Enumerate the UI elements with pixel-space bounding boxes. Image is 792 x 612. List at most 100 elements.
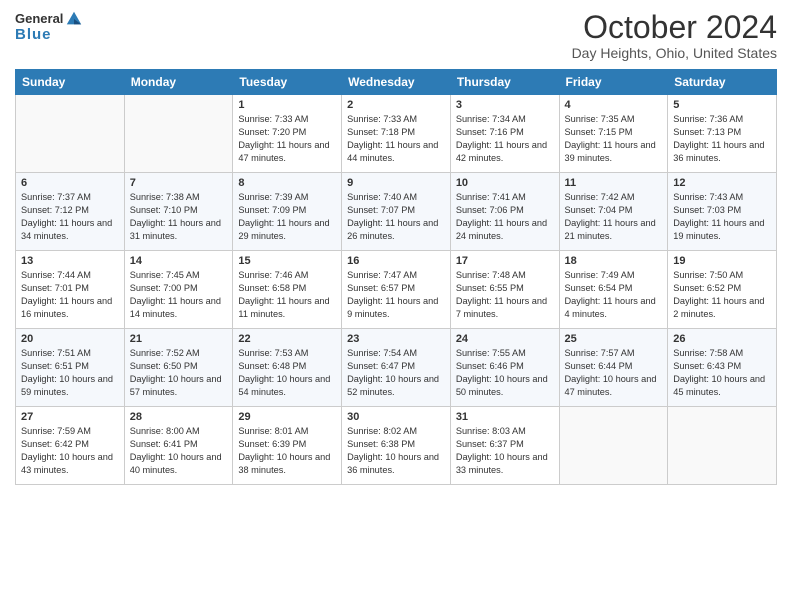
logo-icon <box>65 10 83 28</box>
calendar-cell: 25 Sunrise: 7:57 AMSunset: 6:44 PMDayligh… <box>559 329 668 407</box>
day-info: Sunrise: 7:40 AMSunset: 7:07 PMDaylight:… <box>347 191 445 243</box>
calendar-week-row: 1 Sunrise: 7:33 AMSunset: 7:20 PMDaylight… <box>16 95 777 173</box>
day-info: Sunrise: 7:33 AMSunset: 7:18 PMDaylight:… <box>347 113 445 165</box>
calendar-cell: 2 Sunrise: 7:33 AMSunset: 7:18 PMDaylight… <box>342 95 451 173</box>
day-info: Sunrise: 7:42 AMSunset: 7:04 PMDaylight:… <box>565 191 663 243</box>
day-number: 9 <box>347 177 445 189</box>
day-info: Sunrise: 7:53 AMSunset: 6:48 PMDaylight:… <box>238 347 336 399</box>
day-info: Sunrise: 7:36 AMSunset: 7:13 PMDaylight:… <box>673 113 771 165</box>
calendar-week-row: 6 Sunrise: 7:37 AMSunset: 7:12 PMDaylight… <box>16 173 777 251</box>
subtitle: Day Heights, Ohio, United States <box>572 45 777 61</box>
day-info: Sunrise: 7:45 AMSunset: 7:00 PMDaylight:… <box>130 269 228 321</box>
day-info: Sunrise: 7:47 AMSunset: 6:57 PMDaylight:… <box>347 269 445 321</box>
day-number: 21 <box>130 333 228 345</box>
calendar-cell: 26 Sunrise: 7:58 AMSunset: 6:43 PMDayligh… <box>668 329 777 407</box>
day-number: 10 <box>456 177 554 189</box>
calendar-cell: 8Sunrise: 7:39 AMSunset: 7:09 PMDaylight… <box>233 173 342 251</box>
day-number: 26 <box>673 333 771 345</box>
logo: General Blue <box>15 10 83 44</box>
day-number: 25 <box>565 333 663 345</box>
day-info: Sunrise: 7:54 AMSunset: 6:47 PMDaylight:… <box>347 347 445 399</box>
column-header-sunday: Sunday <box>16 70 125 95</box>
day-number: 8 <box>238 177 336 189</box>
day-number: 12 <box>673 177 771 189</box>
calendar-cell <box>559 407 668 485</box>
day-number: 4 <box>565 99 663 111</box>
calendar-week-row: 13Sunrise: 7:44 AMSunset: 7:01 PMDayligh… <box>16 251 777 329</box>
day-number: 11 <box>565 177 663 189</box>
day-info: Sunrise: 7:33 AMSunset: 7:20 PMDaylight:… <box>238 113 336 165</box>
calendar-cell: 14Sunrise: 7:45 AMSunset: 7:00 PMDayligh… <box>124 251 233 329</box>
calendar-week-row: 27 Sunrise: 7:59 AMSunset: 6:42 PMDayligh… <box>16 407 777 485</box>
calendar-cell: 10 Sunrise: 7:41 AMSunset: 7:06 PMDayligh… <box>450 173 559 251</box>
calendar-cell: 4 Sunrise: 7:35 AMSunset: 7:15 PMDaylight… <box>559 95 668 173</box>
calendar-cell: 1 Sunrise: 7:33 AMSunset: 7:20 PMDaylight… <box>233 95 342 173</box>
title-section: October 2024 Day Heights, Ohio, United S… <box>572 10 777 61</box>
day-info: Sunrise: 7:46 AMSunset: 6:58 PMDaylight:… <box>238 269 336 321</box>
day-number: 31 <box>456 411 554 423</box>
calendar-cell: 11 Sunrise: 7:42 AMSunset: 7:04 PMDayligh… <box>559 173 668 251</box>
day-info: Sunrise: 7:41 AMSunset: 7:06 PMDaylight:… <box>456 191 554 243</box>
calendar-cell: 17 Sunrise: 7:48 AMSunset: 6:55 PMDayligh… <box>450 251 559 329</box>
calendar-cell: 6 Sunrise: 7:37 AMSunset: 7:12 PMDaylight… <box>16 173 125 251</box>
calendar-cell: 23 Sunrise: 7:54 AMSunset: 6:47 PMDayligh… <box>342 329 451 407</box>
day-info: Sunrise: 7:48 AMSunset: 6:55 PMDaylight:… <box>456 269 554 321</box>
calendar-header-row: SundayMondayTuesdayWednesdayThursdayFrid… <box>16 70 777 95</box>
calendar-cell: 16 Sunrise: 7:47 AMSunset: 6:57 PMDayligh… <box>342 251 451 329</box>
day-number: 15 <box>238 255 336 267</box>
day-number: 6 <box>21 177 119 189</box>
calendar-cell: 13Sunrise: 7:44 AMSunset: 7:01 PMDayligh… <box>16 251 125 329</box>
day-number: 19 <box>673 255 771 267</box>
calendar-cell: 20Sunrise: 7:51 AMSunset: 6:51 PMDayligh… <box>16 329 125 407</box>
calendar-cell <box>668 407 777 485</box>
day-number: 24 <box>456 333 554 345</box>
day-info: Sunrise: 7:52 AMSunset: 6:50 PMDaylight:… <box>130 347 228 399</box>
calendar-cell: 31 Sunrise: 8:03 AMSunset: 6:37 PMDayligh… <box>450 407 559 485</box>
day-number: 5 <box>673 99 771 111</box>
day-number: 13 <box>21 255 119 267</box>
day-info: Sunrise: 8:01 AMSunset: 6:39 PMDaylight:… <box>238 425 336 477</box>
day-number: 1 <box>238 99 336 111</box>
day-info: Sunrise: 7:49 AMSunset: 6:54 PMDaylight:… <box>565 269 663 321</box>
column-header-friday: Friday <box>559 70 668 95</box>
calendar-cell: 18 Sunrise: 7:49 AMSunset: 6:54 PMDayligh… <box>559 251 668 329</box>
calendar-week-row: 20Sunrise: 7:51 AMSunset: 6:51 PMDayligh… <box>16 329 777 407</box>
day-info: Sunrise: 7:57 AMSunset: 6:44 PMDaylight:… <box>565 347 663 399</box>
day-info: Sunrise: 8:03 AMSunset: 6:37 PMDaylight:… <box>456 425 554 477</box>
day-info: Sunrise: 7:55 AMSunset: 6:46 PMDaylight:… <box>456 347 554 399</box>
calendar-cell: 28 Sunrise: 8:00 AMSunset: 6:41 PMDayligh… <box>124 407 233 485</box>
day-info: Sunrise: 8:00 AMSunset: 6:41 PMDaylight:… <box>130 425 228 477</box>
column-header-monday: Monday <box>124 70 233 95</box>
day-info: Sunrise: 7:58 AMSunset: 6:43 PMDaylight:… <box>673 347 771 399</box>
column-header-tuesday: Tuesday <box>233 70 342 95</box>
day-number: 16 <box>347 255 445 267</box>
calendar-cell: 5 Sunrise: 7:36 AMSunset: 7:13 PMDaylight… <box>668 95 777 173</box>
day-info: Sunrise: 7:35 AMSunset: 7:15 PMDaylight:… <box>565 113 663 165</box>
calendar-cell: 15 Sunrise: 7:46 AMSunset: 6:58 PMDayligh… <box>233 251 342 329</box>
main-title: October 2024 <box>572 10 777 45</box>
day-number: 28 <box>130 411 228 423</box>
day-number: 23 <box>347 333 445 345</box>
calendar-cell: 27 Sunrise: 7:59 AMSunset: 6:42 PMDayligh… <box>16 407 125 485</box>
day-info: Sunrise: 7:37 AMSunset: 7:12 PMDaylight:… <box>21 191 119 243</box>
day-number: 29 <box>238 411 336 423</box>
day-number: 17 <box>456 255 554 267</box>
calendar-cell: 19Sunrise: 7:50 AMSunset: 6:52 PMDayligh… <box>668 251 777 329</box>
day-number: 22 <box>238 333 336 345</box>
calendar-cell: 30Sunrise: 8:02 AMSunset: 6:38 PMDayligh… <box>342 407 451 485</box>
day-number: 2 <box>347 99 445 111</box>
calendar-page: General Blue October 2024 Day Heights, O… <box>0 0 792 612</box>
day-number: 7 <box>130 177 228 189</box>
logo-text-general: General <box>15 11 63 27</box>
day-number: 27 <box>21 411 119 423</box>
column-header-thursday: Thursday <box>450 70 559 95</box>
day-number: 18 <box>565 255 663 267</box>
day-info: Sunrise: 8:02 AMSunset: 6:38 PMDaylight:… <box>347 425 445 477</box>
day-info: Sunrise: 7:38 AMSunset: 7:10 PMDaylight:… <box>130 191 228 243</box>
calendar-cell: 9 Sunrise: 7:40 AMSunset: 7:07 PMDaylight… <box>342 173 451 251</box>
column-header-saturday: Saturday <box>668 70 777 95</box>
day-info: Sunrise: 7:59 AMSunset: 6:42 PMDaylight:… <box>21 425 119 477</box>
day-info: Sunrise: 7:34 AMSunset: 7:16 PMDaylight:… <box>456 113 554 165</box>
calendar-cell: 22 Sunrise: 7:53 AMSunset: 6:48 PMDayligh… <box>233 329 342 407</box>
day-info: Sunrise: 7:43 AMSunset: 7:03 PMDaylight:… <box>673 191 771 243</box>
